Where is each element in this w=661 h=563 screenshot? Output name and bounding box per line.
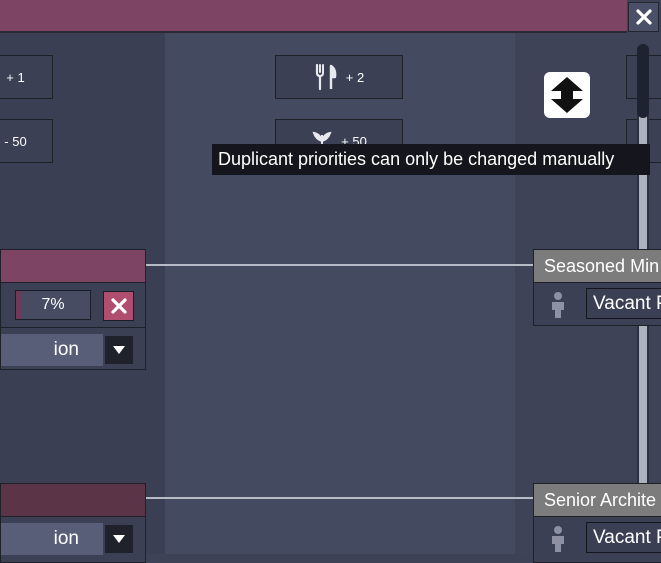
perk-box: + 2: [275, 55, 403, 99]
role-panel: 7% ion: [0, 249, 146, 370]
connector-line: [145, 497, 535, 499]
role-card: Senior Archite Vacant P: [533, 483, 661, 563]
role-dropdown[interactable]: ion: [1, 334, 103, 366]
middle-column: [165, 33, 515, 554]
person-icon: [552, 526, 564, 552]
role-panel: ion: [0, 483, 146, 563]
chevron-down-icon: [113, 535, 125, 543]
chevron-down-icon: [113, 346, 125, 354]
role-card: Seasoned Min Vacant P: [533, 249, 661, 326]
role-card-title: Seasoned Min: [534, 250, 661, 282]
role-panel-header: [1, 250, 145, 282]
window-titlebar: [0, 0, 627, 33]
role-dropdown-row: ion: [1, 327, 145, 372]
perk-value: + 1: [6, 69, 25, 85]
sort-arrows-icon: [551, 77, 583, 113]
dropdown-value: ion: [53, 339, 79, 360]
perk-value: + 2: [345, 69, 365, 85]
role-panel-header: [1, 484, 145, 516]
perk-box: + 1: [0, 55, 53, 99]
close-icon: [635, 9, 652, 25]
role-card-title: Senior Archite: [534, 484, 661, 516]
role-dropdown[interactable]: ion: [1, 523, 103, 555]
tooltip: Duplicant priorities can only be changed…: [212, 144, 650, 175]
person-icon: [552, 292, 564, 318]
assignee-text: Vacant P: [593, 292, 661, 314]
remove-button[interactable]: [103, 291, 134, 321]
assignee-slot[interactable]: Vacant P: [586, 288, 661, 319]
dropdown-arrow-button[interactable]: [105, 336, 133, 364]
role-progress-row: 7%: [1, 282, 145, 327]
assignee-slot[interactable]: Vacant P: [586, 522, 661, 553]
close-button[interactable]: [628, 2, 659, 32]
scrollbar-top-cap: [637, 44, 649, 118]
dropdown-arrow-button[interactable]: [105, 525, 133, 553]
progress-fill: [16, 291, 21, 319]
close-icon: [110, 298, 127, 314]
sort-toggle-button[interactable]: [544, 72, 590, 118]
role-card-row: Vacant P: [534, 516, 661, 559]
perk-box: - 50: [0, 119, 53, 163]
assignee-text: Vacant P: [593, 526, 661, 548]
fork-knife-icon: [315, 63, 337, 91]
progress-field: 7%: [15, 290, 91, 320]
tooltip-text: Duplicant priorities can only be changed…: [218, 149, 615, 169]
progress-value: 7%: [41, 296, 65, 313]
dropdown-value: ion: [53, 528, 79, 549]
connector-line: [145, 264, 535, 266]
perk-value: - 50: [4, 133, 27, 149]
role-card-row: Vacant P: [534, 282, 661, 325]
role-dropdown-row: ion: [1, 516, 145, 561]
